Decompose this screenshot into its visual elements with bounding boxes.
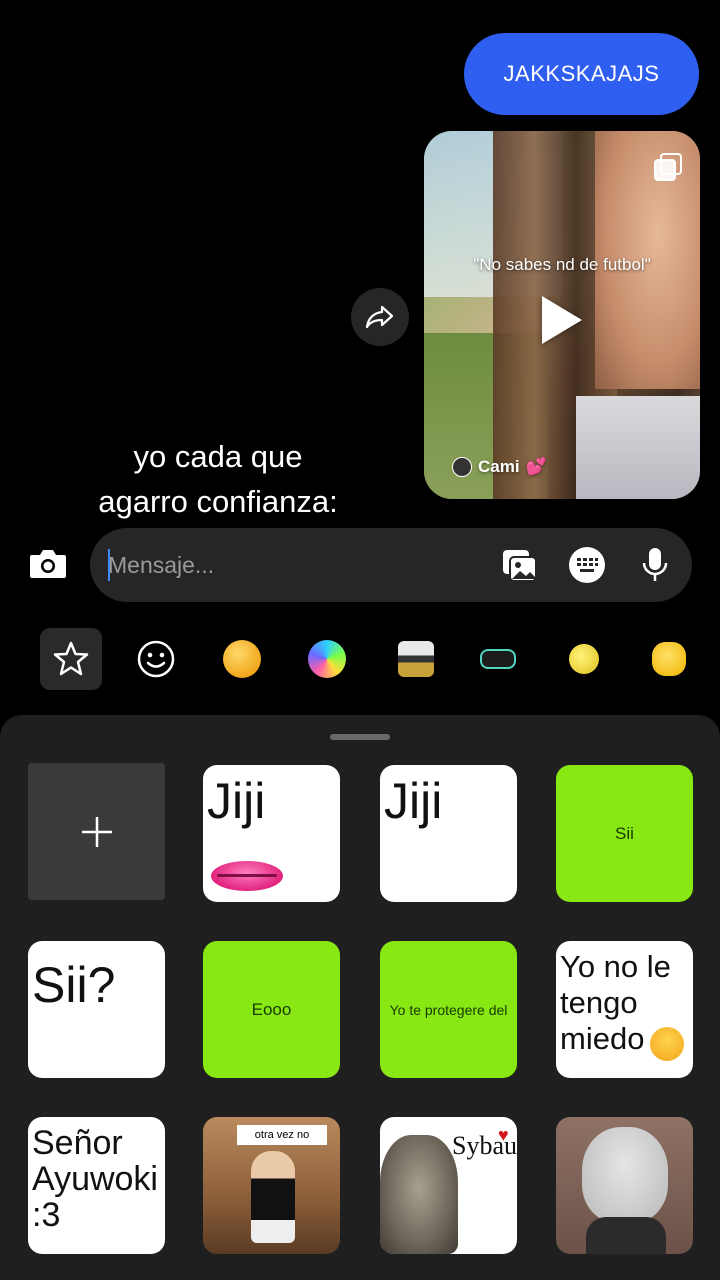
sticker-tray: Jiji Jiji Sii Sii? Eooo Yo te protegere … — [0, 715, 720, 1280]
sticker-jiji-lips[interactable]: Jiji — [203, 765, 340, 902]
lips-icon — [211, 861, 283, 891]
cat-photo-icon — [380, 1135, 458, 1254]
tab-sticker-pack-1[interactable] — [211, 628, 273, 690]
sticker-sii-green[interactable]: Sii — [556, 765, 693, 902]
tab-sticker-pack-2[interactable] — [296, 628, 358, 690]
cartoon-body-icon — [586, 1217, 666, 1254]
microphone-icon — [642, 548, 668, 581]
colorful-blob-icon — [308, 640, 346, 678]
sticker-sybau-cat[interactable]: Sybau ♥ — [380, 1117, 517, 1254]
sent-message-bubble[interactable]: JAKKSKAJAJS — [464, 33, 699, 115]
sticker-jiji[interactable]: Jiji — [380, 765, 517, 902]
gallery-button[interactable] — [499, 545, 539, 585]
sticker-yo-te-protegere[interactable]: Yo te protegere del — [380, 941, 517, 1078]
sticker-text: Jiji — [384, 773, 443, 829]
heart-icon: ♥ — [498, 1125, 509, 1145]
yellow-character-icon — [652, 642, 686, 676]
sticker-cartoon-face[interactable] — [556, 1117, 693, 1254]
message-composer — [90, 528, 692, 602]
drag-handle[interactable] — [330, 734, 390, 740]
share-button[interactable] — [351, 288, 409, 346]
sticker-otra-vez-no[interactable]: otra vez no — [203, 1117, 340, 1254]
author-name: Cami — [478, 457, 520, 476]
tab-emoji[interactable] — [125, 628, 187, 690]
sticker-sii-question[interactable]: Sii? — [28, 941, 165, 1078]
video-overlay-text: yo cada que agarro confianza: — [60, 434, 376, 524]
camera-button[interactable] — [27, 542, 69, 584]
keyboard-button[interactable] — [567, 545, 607, 585]
tab-favorites[interactable] — [40, 628, 102, 690]
author-suffix: 💕 — [525, 457, 547, 476]
plus-icon — [81, 816, 112, 847]
keyboard-icon — [569, 547, 605, 583]
shared-reel-card[interactable]: "No sabes nd de futbol" Cami 💕 — [424, 131, 700, 499]
overlay-line-2: agarro confianza: — [98, 484, 338, 519]
sticker-yo-no-le-tengo-miedo[interactable]: Yo no le tengo miedo — [556, 941, 693, 1078]
tab-sticker-pack-6[interactable] — [638, 628, 700, 690]
sticker-text: otra vez no — [254, 1129, 310, 1141]
smiling-hearts-emoji-icon — [650, 1027, 684, 1061]
play-icon[interactable] — [542, 296, 582, 344]
smiley-icon — [137, 640, 175, 678]
sticker-text: Jiji — [207, 773, 266, 829]
star-icon — [53, 641, 89, 676]
yellow-chick-icon — [569, 644, 599, 674]
text-caret — [108, 549, 110, 581]
message-input[interactable] — [108, 546, 468, 584]
author-avatar — [452, 457, 472, 477]
reel-author[interactable]: Cami 💕 — [452, 457, 547, 477]
sticker-text: Sii? — [32, 957, 116, 1013]
sticker-text: Yo te protegere del — [389, 1001, 508, 1018]
tab-sticker-pack-5[interactable] — [553, 628, 615, 690]
gallery-icon — [503, 550, 537, 582]
share-icon — [365, 305, 394, 329]
winking-face-icon — [223, 640, 261, 678]
camera-icon — [30, 550, 66, 578]
multi-media-icon — [654, 153, 682, 181]
anime-character-icon — [251, 1151, 295, 1243]
tab-sticker-pack-3[interactable] — [385, 628, 447, 690]
overlay-line-1: yo cada que — [133, 439, 303, 474]
microphone-button[interactable] — [635, 545, 675, 585]
sticker-eooo[interactable]: Eooo — [203, 941, 340, 1078]
robot-face-icon — [480, 649, 516, 669]
add-sticker-button[interactable] — [28, 763, 165, 900]
sticker-banner: otra vez no — [237, 1125, 327, 1145]
sent-message-text: JAKKSKAJAJS — [503, 61, 660, 86]
tab-sticker-pack-4[interactable] — [467, 628, 529, 690]
cartoon-head-icon — [582, 1127, 668, 1223]
character-sticker-icon — [398, 641, 434, 677]
sticker-senor-ayuwoki[interactable]: Señor Ayuwoki :3 — [28, 1117, 165, 1254]
sticker-text: Eooo — [251, 999, 292, 1019]
reel-caption: "No sabes nd de futbol" — [473, 255, 651, 274]
sticker-text: Sii — [615, 823, 634, 843]
sticker-text: Señor Ayuwoki :3 — [32, 1124, 158, 1234]
